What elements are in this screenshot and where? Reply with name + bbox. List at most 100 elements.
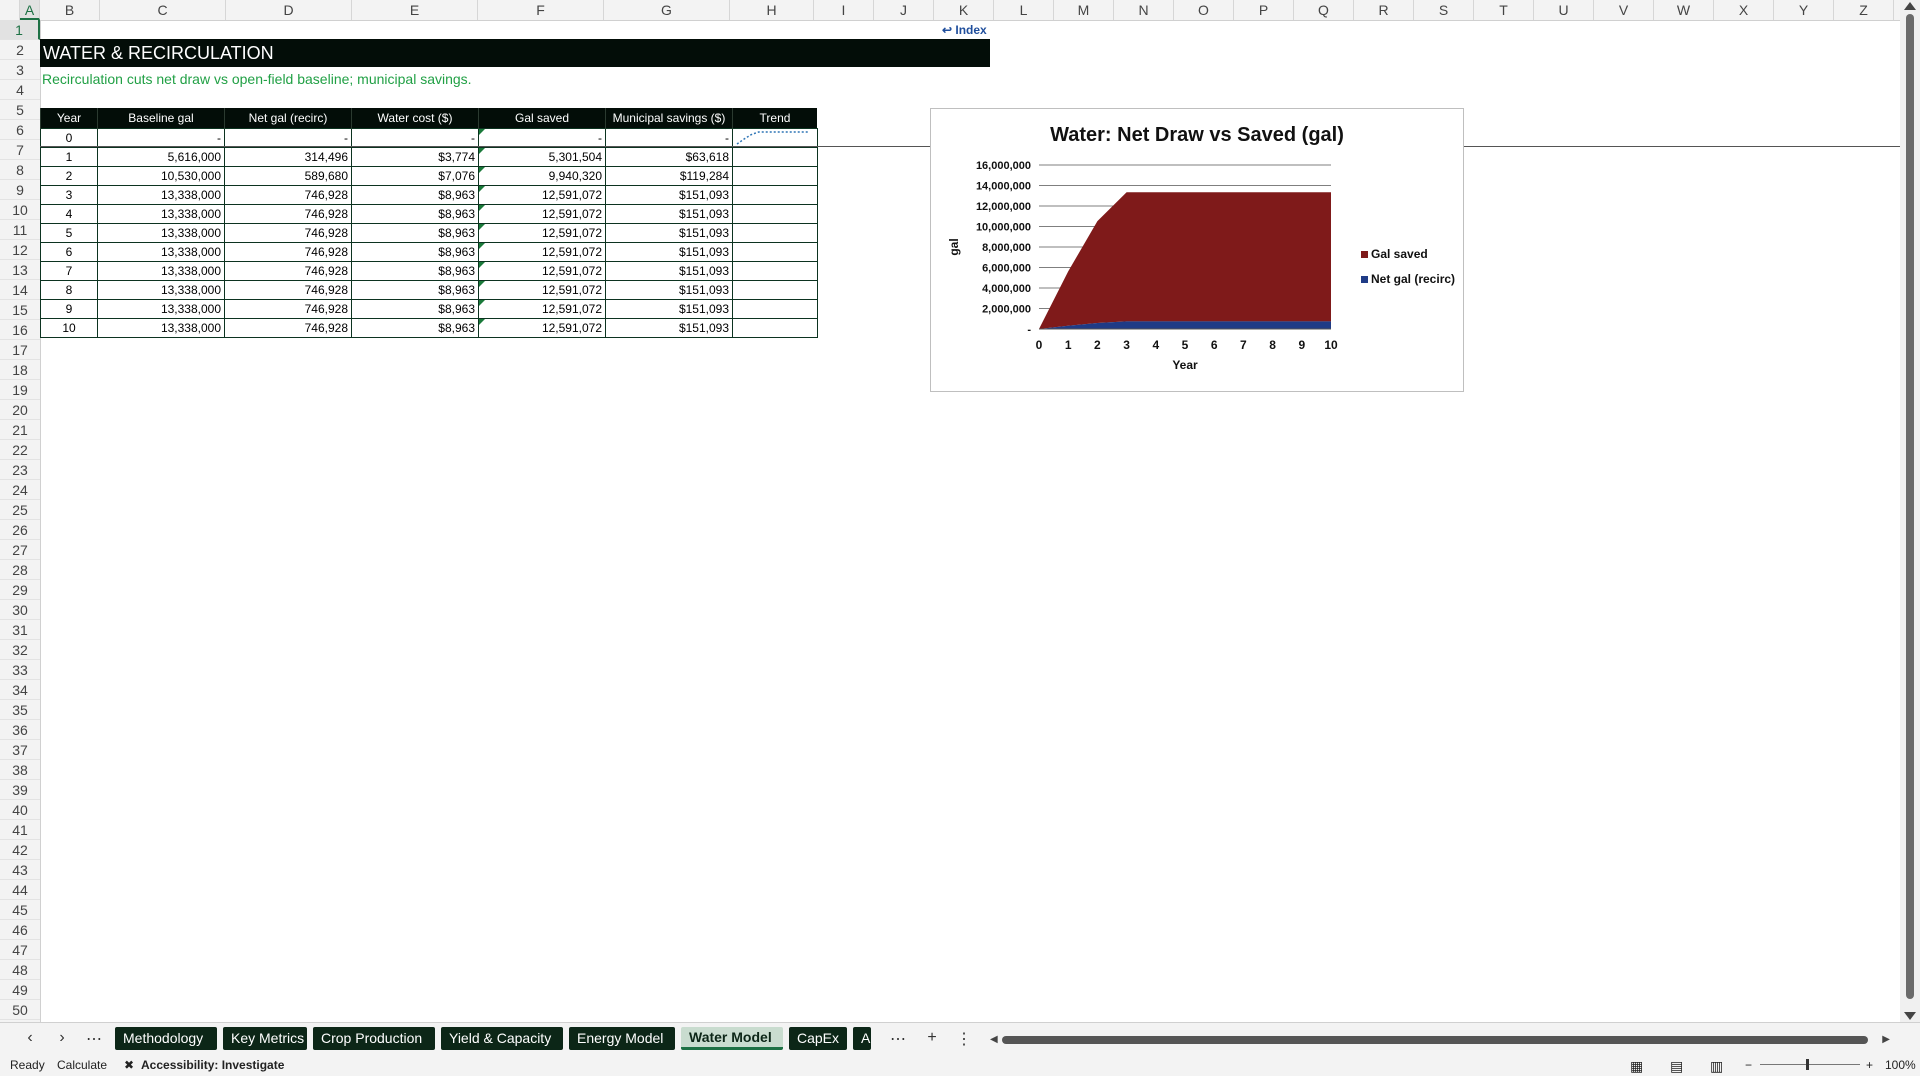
column-header[interactable]: P	[1234, 0, 1294, 20]
table-cell[interactable]: 12,591,072	[478, 185, 606, 205]
table-cell[interactable]: $63,618	[605, 147, 733, 167]
row-header[interactable]: 9	[0, 180, 40, 200]
table-cell[interactable]: 7	[40, 261, 98, 281]
column-header[interactable]: E	[352, 0, 478, 20]
table-cell[interactable]: 13,338,000	[97, 280, 225, 300]
row-header[interactable]: 8	[0, 160, 40, 180]
sheet-tab[interactable]: Energy Model	[569, 1027, 675, 1050]
row-header[interactable]: 22	[0, 440, 40, 460]
column-header[interactable]: Z	[1834, 0, 1894, 20]
table-cell[interactable]: 12,591,072	[478, 261, 606, 281]
table-cell[interactable]: 13,338,000	[97, 223, 225, 243]
column-header[interactable]: I	[814, 0, 874, 20]
table-cell[interactable]: 4	[40, 204, 98, 224]
table-cell[interactable]: 746,928	[224, 299, 352, 319]
table-cell[interactable]: $151,093	[605, 280, 733, 300]
row-header[interactable]: 39	[0, 780, 40, 800]
vertical-dots-icon[interactable]: ⋮	[954, 1029, 974, 1049]
table-cell[interactable]: 1	[40, 147, 98, 167]
row-header[interactable]: 13	[0, 260, 40, 280]
row-header[interactable]: 45	[0, 900, 40, 920]
sparkline-cell[interactable]	[732, 147, 818, 167]
row-header[interactable]: 4	[0, 80, 40, 100]
row-header[interactable]: 17	[0, 340, 40, 360]
index-link[interactable]: ↩ Index	[942, 23, 987, 37]
sparkline-cell[interactable]	[732, 299, 818, 319]
row-header[interactable]: 29	[0, 580, 40, 600]
row-header[interactable]: 36	[0, 720, 40, 740]
sheet-tab[interactable]: Methodology	[115, 1027, 217, 1050]
row-header[interactable]: 50	[0, 1000, 40, 1020]
table-cell[interactable]: $151,093	[605, 185, 733, 205]
table-cell[interactable]: $151,093	[605, 204, 733, 224]
row-header[interactable]: 33	[0, 660, 40, 680]
scroll-left-icon[interactable]: ◀	[990, 1034, 998, 1045]
table-cell[interactable]: 746,928	[224, 261, 352, 281]
row-header[interactable]: 32	[0, 640, 40, 660]
table-cell[interactable]: 13,338,000	[97, 318, 225, 338]
table-cell[interactable]: $8,963	[351, 185, 479, 205]
table-cell[interactable]: 13,338,000	[97, 185, 225, 205]
sparkline-cell[interactable]	[732, 318, 818, 338]
row-header[interactable]: 49	[0, 980, 40, 1000]
row-header[interactable]: 38	[0, 760, 40, 780]
table-cell[interactable]: 13,338,000	[97, 299, 225, 319]
row-header[interactable]: 11	[0, 220, 40, 240]
row-header[interactable]: 1	[0, 20, 40, 40]
table-cell[interactable]: 12,591,072	[478, 318, 606, 338]
table-cell[interactable]: $8,963	[351, 318, 479, 338]
sparkline-cell[interactable]	[732, 261, 818, 281]
table-cell[interactable]: $8,963	[351, 204, 479, 224]
scroll-right-icon[interactable]: ▶	[1882, 1034, 1890, 1045]
row-header[interactable]: 30	[0, 600, 40, 620]
table-cell[interactable]: 10	[40, 318, 98, 338]
plus-icon[interactable]: +	[922, 1029, 942, 1047]
accessibility-status[interactable]: Accessibility: Investigate	[141, 1058, 284, 1072]
table-cell[interactable]: 12,591,072	[478, 299, 606, 319]
sheet-tab[interactable]: Key Metrics	[223, 1027, 307, 1050]
sparkline-cell[interactable]	[732, 242, 818, 262]
zoom-slider[interactable]	[1760, 1064, 1860, 1065]
row-header[interactable]: 42	[0, 840, 40, 860]
chevron-left-icon[interactable]: ‹	[20, 1029, 40, 1047]
table-cell[interactable]: $8,963	[351, 280, 479, 300]
table-cell[interactable]: $151,093	[605, 299, 733, 319]
row-header[interactable]: 40	[0, 800, 40, 820]
table-cell[interactable]: $151,093	[605, 242, 733, 262]
column-header[interactable]: D	[226, 0, 352, 20]
row-header[interactable]: 23	[0, 460, 40, 480]
more-tabs-icon[interactable]: ⋯	[888, 1029, 908, 1049]
column-header[interactable]: X	[1714, 0, 1774, 20]
row-header[interactable]: 6	[0, 120, 40, 140]
column-header[interactable]: M	[1054, 0, 1114, 20]
sheet-tab[interactable]: CapEx	[789, 1027, 847, 1050]
row-header[interactable]: 5	[0, 100, 40, 120]
row-header[interactable]: 21	[0, 420, 40, 440]
table-cell[interactable]: 12,591,072	[478, 242, 606, 262]
column-header[interactable]: V	[1594, 0, 1654, 20]
sheet-tab[interactable]: Water Model	[681, 1027, 783, 1050]
column-header[interactable]: U	[1534, 0, 1594, 20]
table-cell[interactable]: 5,301,504	[478, 147, 606, 167]
sparkline-cell[interactable]	[732, 223, 818, 243]
table-cell[interactable]: $7,076	[351, 166, 479, 186]
table-cell[interactable]: $8,963	[351, 299, 479, 319]
row-header[interactable]: 34	[0, 680, 40, 700]
column-header[interactable]: N	[1114, 0, 1174, 20]
row-header[interactable]: 15	[0, 300, 40, 320]
row-header[interactable]: 18	[0, 360, 40, 380]
row-header[interactable]: 37	[0, 740, 40, 760]
row-header[interactable]: 35	[0, 700, 40, 720]
scroll-up-icon[interactable]	[1904, 2, 1916, 10]
table-cell[interactable]: $8,963	[351, 261, 479, 281]
scroll-thumb[interactable]	[1906, 14, 1914, 999]
row-header[interactable]: 19	[0, 380, 40, 400]
row-header[interactable]: 7	[0, 140, 40, 160]
column-header[interactable]: K	[934, 0, 994, 20]
water-table[interactable]: Year Baseline gal Net gal (recirc) Water co…	[40, 108, 818, 338]
column-header[interactable]: O	[1174, 0, 1234, 20]
column-header[interactable]: B	[40, 0, 100, 20]
table-cell[interactable]: 746,928	[224, 185, 352, 205]
accessibility-icon[interactable]: ✖	[124, 1058, 134, 1072]
row-header[interactable]: 14	[0, 280, 40, 300]
